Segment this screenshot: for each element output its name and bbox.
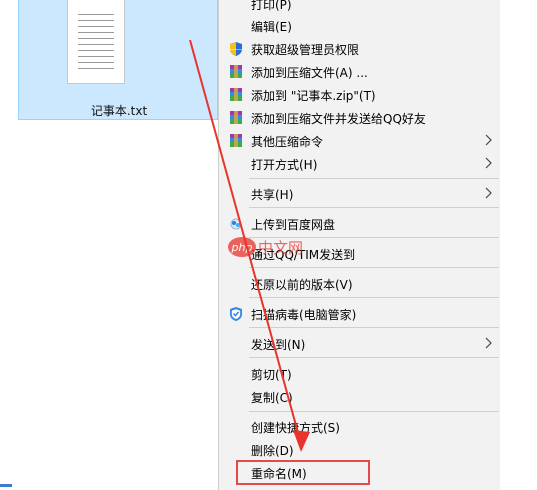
baidu-cloud-icon xyxy=(230,218,242,230)
menu-item-print[interactable]: 打印(P) xyxy=(219,0,501,16)
menu-separator xyxy=(249,267,499,268)
menu-item-edit[interactable]: 编辑(E) xyxy=(219,15,501,38)
menu-item-label: 发送到(N) xyxy=(251,338,306,352)
winrar-icon xyxy=(230,88,242,101)
menu-item-label: 共享(H) xyxy=(251,188,294,202)
menu-item-label: 打印(P) xyxy=(251,0,292,12)
shield-icon xyxy=(230,42,242,56)
menu-item-cut[interactable]: 剪切(T) xyxy=(219,363,501,386)
watermark-text: 中文网 xyxy=(258,239,303,257)
menu-separator xyxy=(249,327,499,328)
menu-separator xyxy=(249,411,499,412)
php-logo-icon: php 中文网 xyxy=(228,237,303,257)
menu-separator xyxy=(249,297,499,298)
menu-item-add-to-archive[interactable]: 添加到压缩文件(A) ... xyxy=(219,61,501,84)
menu-item-open-with[interactable]: 打开方式(H) xyxy=(219,153,501,176)
menu-item-delete[interactable]: 删除(D) xyxy=(219,439,501,462)
menu-item-send-to[interactable]: 发送到(N) xyxy=(219,333,501,356)
menu-item-scan-virus[interactable]: 扫描病毒(电脑管家) xyxy=(219,303,501,326)
rename-highlight-box xyxy=(236,460,370,485)
menu-item-label: 编辑(E) xyxy=(251,20,292,34)
menu-item-label: 获取超级管理员权限 xyxy=(251,43,360,57)
tencent-guard-icon xyxy=(230,307,242,321)
chevron-right-icon xyxy=(485,134,492,146)
chevron-right-icon xyxy=(485,337,492,349)
bottom-left-edge-mark xyxy=(0,484,12,487)
menu-separator xyxy=(249,207,499,208)
winrar-icon xyxy=(230,111,242,124)
menu-item-copy[interactable]: 复制(C) xyxy=(219,386,501,409)
file-name-label: 记事本.txt xyxy=(90,104,148,118)
menu-item-upload-baidu[interactable]: 上传到百度网盘 xyxy=(219,213,501,236)
winrar-icon xyxy=(230,134,242,147)
menu-item-label: 扫描病毒(电脑管家) xyxy=(251,308,357,322)
menu-item-label: 还原以前的版本(V) xyxy=(251,278,353,292)
menu-item-add-to-zip[interactable]: 添加到 "记事本.zip"(T) xyxy=(219,84,501,107)
menu-item-label: 创建快捷方式(S) xyxy=(251,421,340,435)
chevron-right-icon xyxy=(485,187,492,199)
menu-item-archive-send-qq[interactable]: 添加到压缩文件并发送给QQ好友 xyxy=(219,107,501,130)
menu-item-label: 添加到压缩文件(A) ... xyxy=(251,66,368,80)
menu-item-label: 剪切(T) xyxy=(251,368,292,382)
menu-item-label: 删除(D) xyxy=(251,444,294,458)
watermark-logo-text: php xyxy=(231,241,253,254)
menu-item-label: 上传到百度网盘 xyxy=(251,218,336,232)
menu-item-share[interactable]: 共享(H) xyxy=(219,183,501,206)
text-file-icon xyxy=(67,0,125,84)
php-watermark-logo: php 中文网 xyxy=(228,234,312,260)
menu-separator xyxy=(249,178,499,179)
menu-item-label: 打开方式(H) xyxy=(251,158,318,172)
menu-item-restore-versions[interactable]: 还原以前的版本(V) xyxy=(219,273,501,296)
menu-item-label: 复制(C) xyxy=(251,391,293,405)
menu-item-other-compress[interactable]: 其他压缩命令 xyxy=(219,130,501,153)
menu-separator xyxy=(249,357,499,358)
selected-file-tile[interactable]: 记事本.txt xyxy=(18,0,218,120)
menu-item-label: 其他压缩命令 xyxy=(251,135,324,149)
chevron-right-icon xyxy=(485,157,492,169)
menu-item-label: 添加到压缩文件并发送给QQ好友 xyxy=(251,112,426,126)
menu-item-create-shortcut[interactable]: 创建快捷方式(S) xyxy=(219,416,501,439)
menu-item-label: 添加到 "记事本.zip"(T) xyxy=(251,89,376,103)
winrar-icon xyxy=(230,65,242,78)
menu-item-admin-rights[interactable]: 获取超级管理员权限 xyxy=(219,38,501,61)
